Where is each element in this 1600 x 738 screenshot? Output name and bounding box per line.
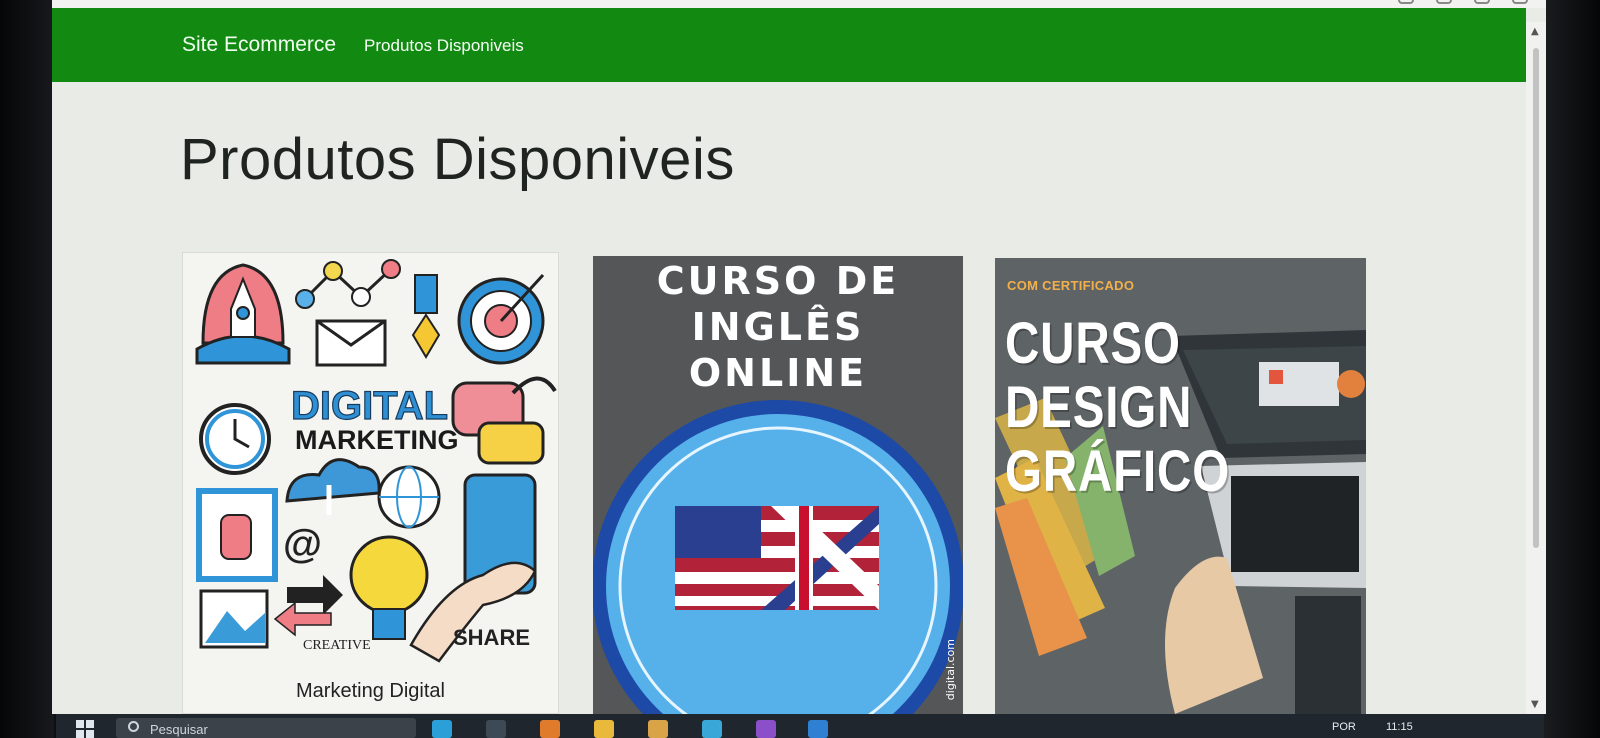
- scroll-down-arrow-icon[interactable]: ▼: [1531, 699, 1539, 710]
- browser-toolbar: [52, 0, 1546, 8]
- edge-icon[interactable]: [486, 720, 506, 738]
- product-caption-marketing[interactable]: Marketing Digital: [183, 680, 558, 703]
- scroll-thumb[interactable]: [1533, 48, 1539, 548]
- taskview-icon[interactable]: [432, 720, 452, 738]
- app-diamond-icon[interactable]: [702, 720, 722, 738]
- taskbar-search-box[interactable]: Pesquisar: [116, 718, 416, 738]
- page-title: Produtos Disponiveis: [180, 127, 735, 192]
- browser-viewport: Site Ecommerce Produtos Disponiveis ▲ ▼ …: [52, 0, 1546, 714]
- monitor-bezel-right: [1544, 0, 1600, 738]
- menu-icon[interactable]: [1512, 0, 1528, 4]
- favorites-icon[interactable]: [1436, 0, 1452, 4]
- file-explorer-icon[interactable]: [594, 720, 614, 738]
- os-taskbar: Pesquisar POR 11:15: [56, 714, 1544, 738]
- brand-link[interactable]: Site Ecommerce: [182, 33, 336, 57]
- taskbar-search-placeholder: Pesquisar: [150, 722, 208, 737]
- app-user-icon[interactable]: [648, 720, 668, 738]
- svg-text:DIGITAL: DIGITAL: [291, 384, 448, 428]
- keyboard-language[interactable]: POR: [1332, 721, 1356, 733]
- product-badge-certificado: COM CERTIFICADO: [1007, 278, 1135, 293]
- windows-start-icon[interactable]: [76, 720, 94, 738]
- product-card-marketing[interactable]: DIGITAL MARKETING @ CREATIVE SHARE Marke…: [182, 252, 559, 714]
- firefox-icon[interactable]: [540, 720, 560, 738]
- app-purple-icon[interactable]: [756, 720, 776, 738]
- monitor-bezel-left: [0, 0, 54, 738]
- product-card-ingles[interactable]: CURSO DE INGLÊS ONLINE digital.com: [593, 256, 963, 714]
- page-scrollbar[interactable]: ▲ ▼: [1526, 22, 1546, 714]
- product-image-digital-marketing: DIGITAL MARKETING @ CREATIVE SHARE: [183, 253, 558, 683]
- product-image-title-ingles: CURSO DE INGLÊS ONLINE: [656, 259, 900, 395]
- taskbar-clock[interactable]: 11:15: [1386, 721, 1413, 733]
- product-image-side-text: digital.com: [944, 638, 957, 700]
- product-card-design[interactable]: COM CERTIFICADO CURSO DESIGN GRÁFICO: [995, 258, 1366, 714]
- svg-text:@: @: [283, 522, 322, 566]
- downloads-icon[interactable]: [1474, 0, 1490, 4]
- svg-text:CREATIVE: CREATIVE: [303, 638, 371, 653]
- product-image-title-design: CURSO DESIGN GRÁFICO: [1005, 311, 1231, 504]
- svg-text:SHARE: SHARE: [453, 625, 530, 650]
- vscode-icon[interactable]: [808, 720, 828, 738]
- nav-link-produtos[interactable]: Produtos Disponiveis: [364, 36, 524, 56]
- collections-icon[interactable]: [1398, 0, 1414, 4]
- svg-text:MARKETING: MARKETING: [295, 425, 459, 455]
- scroll-up-arrow-icon[interactable]: ▲: [1531, 26, 1539, 37]
- navbar: Site Ecommerce Produtos Disponiveis: [52, 8, 1526, 82]
- browser-toolbar-icons: [1398, 0, 1528, 4]
- search-icon: [128, 721, 139, 732]
